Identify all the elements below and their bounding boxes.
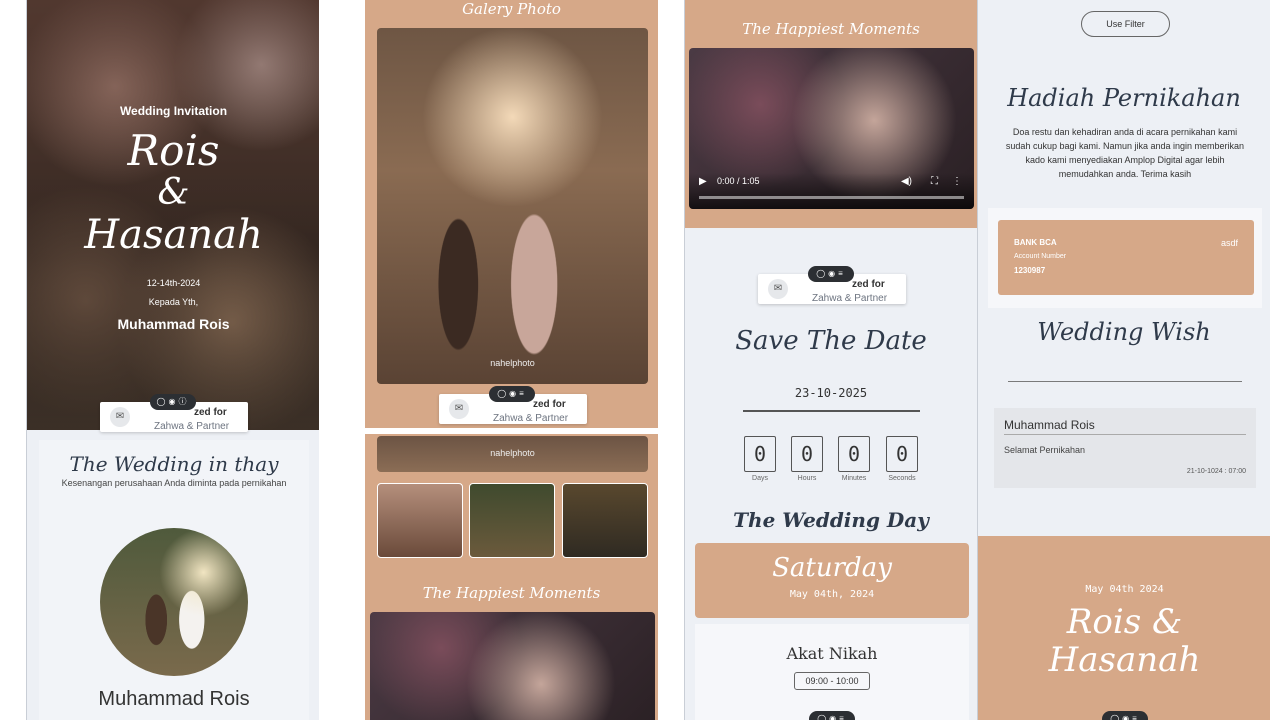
guest-floatbar[interactable]: ✉ ◯◉≡ zed for Zahwa & Partner <box>758 266 906 304</box>
volume-icon[interactable]: ◀) <box>901 176 912 187</box>
wish-name: Muhammad Rois <box>1004 418 1095 432</box>
event-card: Akat Nikah 09:00 - 10:00 <box>695 624 969 720</box>
section-name: Muhammad Rois <box>98 688 250 710</box>
fullscreen-icon[interactable]: ⛶ <box>931 176 938 187</box>
event-time: 09:00 - 10:00 <box>794 672 870 690</box>
wedding-day-title: The Wedding Day <box>733 508 929 532</box>
countdown-seconds: 0 <box>886 436 918 472</box>
countdown-minutes-label: Minutes <box>841 475 867 482</box>
gallery-title: Galery Photo <box>462 0 561 18</box>
moments-video-preview[interactable] <box>370 612 655 720</box>
footer-name2: Hasanah <box>1048 640 1201 680</box>
video-player[interactable]: ▶ 0:00 / 1:05 ◀) ⛶ ⋮ <box>689 48 974 209</box>
use-filter-button[interactable]: Use Filter <box>1081 11 1170 37</box>
countdown-hours: 0 <box>791 436 823 472</box>
wish-title: Wedding Wish <box>1037 318 1211 346</box>
gallery-thumb-3[interactable] <box>562 483 648 558</box>
gallery-panel: Galery Photo nahelphoto nahelphoto ✉ ◯◉≡… <box>365 0 658 720</box>
floatbar-guest: Zahwa & Partner <box>154 421 230 432</box>
photo-watermark: nahelphoto <box>490 358 535 368</box>
footer-name1: Rois & <box>1066 602 1183 642</box>
event-date: 12-14th-2024 <box>146 278 201 288</box>
floatbar-guest: Zahwa & Partner <box>493 413 569 424</box>
wish-time: 21-10-1024 : 07:00 <box>1186 468 1246 475</box>
gallery-photo-strip[interactable]: nahelphoto <box>377 436 648 472</box>
wish-card: Muhammad Rois Selamat Pernikahan 21-10-1… <box>994 408 1256 488</box>
countdown-seconds-label: Seconds <box>888 475 916 482</box>
to-label: Kepada Yth, <box>148 297 199 307</box>
countdown-hours-label: Hours <box>797 475 817 482</box>
toolbar-pill[interactable]: ◯◉ⓘ <box>150 394 196 410</box>
invitation-subtitle: Wedding Invitation <box>119 104 228 118</box>
day-name: Saturday <box>772 553 892 583</box>
floatbar-title: zed for <box>194 407 227 418</box>
bank-name: BANK BCA <box>1014 238 1057 247</box>
floatbar-title: zed for <box>852 279 885 290</box>
countdown-minutes: 0 <box>838 436 870 472</box>
account-label: Account Number <box>1014 253 1067 260</box>
toolbar-pill[interactable]: ◯◉≡ <box>1102 711 1148 720</box>
chat-icon[interactable]: ✉ <box>449 399 469 419</box>
chat-icon[interactable]: ✉ <box>768 279 788 299</box>
footer-date: May 04th 2024 <box>1085 584 1164 595</box>
countdown-days: 0 <box>744 436 776 472</box>
wish-divider <box>1004 434 1246 435</box>
video-time: 0:00 / 1:05 <box>717 176 760 186</box>
bank-card[interactable]: BANK BCA asdf Account Number 1230987 <box>998 220 1254 295</box>
event-name: Akat Nikah <box>786 644 878 663</box>
couple-photo <box>100 528 248 676</box>
guest-floatbar[interactable]: ✉ ◯◉ⓘ zed for Zahwa & Partner <box>100 394 248 432</box>
save-date-title: Save The Date <box>735 326 927 356</box>
account-number: 1230987 <box>1014 266 1046 275</box>
moments-title: The Happiest Moments <box>422 584 601 602</box>
guest-name: Muhammad Rois <box>117 316 230 332</box>
gift-title: Hadiah Pernikahan <box>1007 84 1241 112</box>
section-subtitle: Kesenangan perusahaan Anda diminta pada … <box>61 478 287 488</box>
wish-message: Selamat Pernikahan <box>1004 445 1086 455</box>
more-icon[interactable]: ⋮ <box>952 176 962 187</box>
divider <box>365 428 658 434</box>
toolbar-pill[interactable]: ◯◉≡ <box>809 711 855 720</box>
toolbar-pill[interactable]: ◯◉≡ <box>489 386 535 402</box>
wedding-card: The Wedding in thay Kesenangan perusahaa… <box>39 440 309 720</box>
footer-section: May 04th 2024 Rois & Hasanah ◯◉≡ <box>978 536 1270 720</box>
account-holder: asdf <box>1220 238 1238 248</box>
gallery-thumb-2[interactable] <box>469 483 555 558</box>
bride-name: Hasanah <box>84 212 263 258</box>
toolbar-pill[interactable]: ◯◉≡ <box>808 266 854 282</box>
gallery-thumb-1[interactable] <box>377 483 463 558</box>
invitation-cover-panel: Wedding Invitation Rois & Hasanah 12-14t… <box>26 0 319 720</box>
floatbar-title: zed for <box>533 399 566 410</box>
guest-floatbar[interactable]: ✉ ◯◉≡ zed for Zahwa & Partner <box>439 386 587 424</box>
hero-photo: Wedding Invitation Rois & Hasanah 12-14t… <box>27 0 319 430</box>
video-progress[interactable] <box>699 196 964 199</box>
photo-watermark: nahelphoto <box>490 448 535 458</box>
groom-name: Rois <box>127 126 220 175</box>
moments-title: The Happiest Moments <box>742 20 920 38</box>
ampersand: & <box>157 172 190 213</box>
countdown-days-label: Days <box>752 475 768 482</box>
day-date: May 04th, 2024 <box>789 589 875 600</box>
gallery-main-photo[interactable]: nahelphoto <box>377 28 648 384</box>
save-date-panel: The Happiest Moments ▶ 0:00 / 1:05 ◀) ⛶ … <box>684 0 977 720</box>
floatbar-guest: Zahwa & Partner <box>812 293 888 304</box>
chat-icon[interactable]: ✉ <box>110 407 130 427</box>
gift-text: Doa restu dan kehadiran anda di acara pe… <box>1005 127 1245 179</box>
save-date-value: 23-10-2025 <box>794 386 868 400</box>
gift-wish-panel: Use Filter Hadiah Pernikahan Doa restu d… <box>977 0 1270 720</box>
ornament-divider <box>1008 381 1242 382</box>
day-card: Saturday May 04th, 2024 <box>695 543 969 618</box>
section-title: The Wedding in thay <box>69 452 279 476</box>
date-underline <box>743 410 920 412</box>
play-icon[interactable]: ▶ <box>699 176 707 187</box>
